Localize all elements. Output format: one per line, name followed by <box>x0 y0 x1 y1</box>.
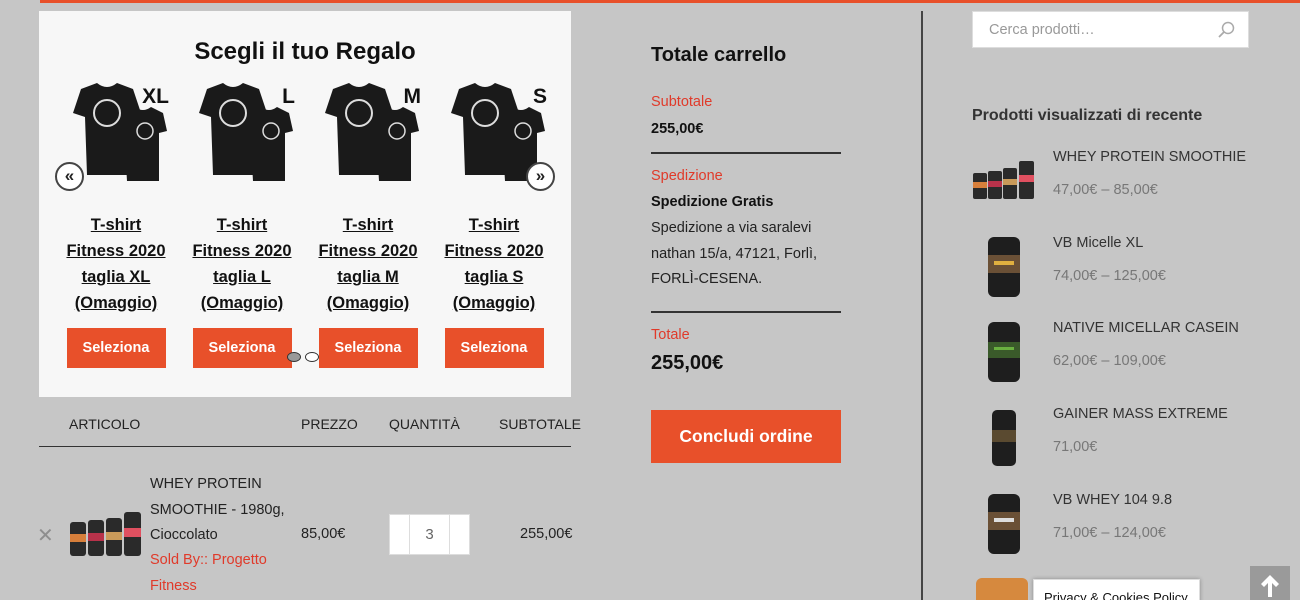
recent-product: GAINER MASS EXTREME 71,00€ <box>972 406 1252 492</box>
shipping-address: Spedizione a via saralevi nathan 15/a, 4… <box>651 220 818 287</box>
recent-product: NATIVE MICELLAR CASEIN 62,00€ – 109,00€ <box>972 320 1252 406</box>
sold-by-text[interactable]: Sold By:: Progetto Fitness <box>150 548 270 599</box>
carousel-dot[interactable] <box>305 352 319 362</box>
recent-product-name[interactable]: NATIVE MICELLAR CASEIN <box>1053 320 1239 336</box>
subtotal-value: 255,00€ <box>651 121 704 137</box>
header-quantity: QUANTITÀ <box>389 416 460 432</box>
product-thumbnail[interactable] <box>68 508 142 558</box>
cart-item-price: 85,00€ <box>301 526 346 542</box>
carousel-prev-button[interactable]: « <box>55 162 84 191</box>
recent-product: WHEY PROTEIN SMOOTHIE 47,00€ – 85,00€ <box>972 149 1252 235</box>
recent-product-name[interactable]: VB WHEY 104 9.8 <box>1053 492 1172 508</box>
divider <box>651 311 841 313</box>
recent-product-price: 71,00€ <box>1053 439 1098 455</box>
size-label: S <box>532 85 547 108</box>
remove-item-icon[interactable]: ✕ <box>37 523 54 548</box>
cart-totals-title: Totale carrello <box>651 44 787 66</box>
size-label: M <box>403 85 422 108</box>
cart-item-subtotal: 255,00€ <box>520 526 573 542</box>
select-button[interactable]: Seleziona <box>444 328 544 368</box>
select-button[interactable]: Seleziona <box>66 328 166 368</box>
gift-carousel: Scegli il tuo Regalo XL T-shirt Fitness … <box>39 11 571 397</box>
gift-item: S T-shirt Fitness 2020 taglia S (Omaggio… <box>439 83 549 368</box>
search-input[interactable]: Cerca prodotti… <box>989 22 1095 38</box>
divider <box>651 152 841 154</box>
cart-product-name[interactable]: WHEY PROTEIN SMOOTHIE - 1980g, Cioccolat… <box>150 472 290 549</box>
total-label: Totale <box>651 327 690 343</box>
subtotal-label: Subtotale <box>651 94 713 110</box>
gift-item: XL T-shirt Fitness 2020 taglia XL (Omagg… <box>61 83 171 368</box>
recent-product: VB Micelle XL 74,00€ – 125,00€ <box>972 235 1252 321</box>
search-box[interactable]: Cerca prodotti… <box>972 11 1249 48</box>
recent-product-price: 71,00€ – 124,00€ <box>1053 525 1166 541</box>
size-label: XL <box>142 85 169 108</box>
cart-table-header: ARTICOLO PREZZO QUANTITÀ SUBTOTALE <box>39 412 581 447</box>
quantity-input[interactable]: 3 <box>410 515 449 554</box>
product-thumbnail[interactable] <box>972 406 1036 470</box>
tshirt-image: M <box>315 83 421 187</box>
quantity-stepper[interactable]: 3 <box>389 514 470 555</box>
gift-product-link[interactable]: T-shirt Fitness 2020 taglia M (Omaggio) <box>313 212 423 316</box>
product-thumbnail[interactable] <box>976 578 1028 600</box>
cookie-policy-button[interactable]: Privacy & Cookies Policy <box>1033 579 1200 600</box>
header-article: ARTICOLO <box>69 416 141 432</box>
recent-product-name[interactable]: WHEY PROTEIN SMOOTHIE <box>1053 149 1246 165</box>
recent-product-price: 62,00€ – 109,00€ <box>1053 353 1166 369</box>
select-button[interactable]: Seleziona <box>192 328 292 368</box>
gift-title: Scegli il tuo Regalo <box>194 38 416 65</box>
quantity-increase-button[interactable] <box>449 515 469 554</box>
gift-product-link[interactable]: T-shirt Fitness 2020 taglia S (Omaggio) <box>439 212 549 316</box>
header-subtotal: SUBTOTALE <box>499 416 581 432</box>
recent-products-title: Prodotti visualizzati di recente <box>972 107 1203 124</box>
product-thumbnail[interactable] <box>972 149 1036 213</box>
gift-product-link[interactable]: T-shirt Fitness 2020 taglia L (Omaggio) <box>187 212 297 316</box>
total-value: 255,00€ <box>651 352 724 374</box>
header-price: PREZZO <box>301 416 358 432</box>
product-thumbnail[interactable] <box>972 320 1036 384</box>
recent-product-price: 47,00€ – 85,00€ <box>1053 182 1158 198</box>
search-icon[interactable] <box>1218 21 1236 44</box>
shipping-label: Spedizione <box>651 168 723 184</box>
size-label: L <box>282 85 295 108</box>
gift-product-link[interactable]: T-shirt Fitness 2020 taglia XL (Omaggio) <box>61 212 171 316</box>
product-thumbnail[interactable] <box>972 235 1036 299</box>
back-to-top-button[interactable] <box>1250 566 1290 600</box>
top-accent-bar <box>0 0 1300 3</box>
quantity-decrease-button[interactable] <box>390 515 410 554</box>
carousel-dot[interactable] <box>287 352 301 362</box>
gift-item: M T-shirt Fitness 2020 taglia M (Omaggio… <box>313 83 423 368</box>
carousel-next-button[interactable]: » <box>526 162 555 191</box>
recent-product-name[interactable]: VB Micelle XL <box>1053 235 1143 251</box>
select-button[interactable]: Seleziona <box>318 328 418 368</box>
arrow-up-icon <box>1261 575 1279 597</box>
recent-product-name[interactable]: GAINER MASS EXTREME <box>1053 406 1228 422</box>
tshirt-image: L <box>189 83 295 187</box>
product-thumbnail[interactable] <box>972 492 1036 556</box>
gift-item: L T-shirt Fitness 2020 taglia L (Omaggio… <box>187 83 297 368</box>
shipping-value: Spedizione Gratis <box>651 194 774 210</box>
checkout-button[interactable]: Concludi ordine <box>651 410 841 463</box>
recent-product: VB WHEY 104 9.8 71,00€ – 124,00€ <box>972 492 1252 578</box>
recent-product-price: 74,00€ – 125,00€ <box>1053 268 1166 284</box>
carousel-dots <box>287 349 323 367</box>
sidebar-divider <box>921 11 923 600</box>
